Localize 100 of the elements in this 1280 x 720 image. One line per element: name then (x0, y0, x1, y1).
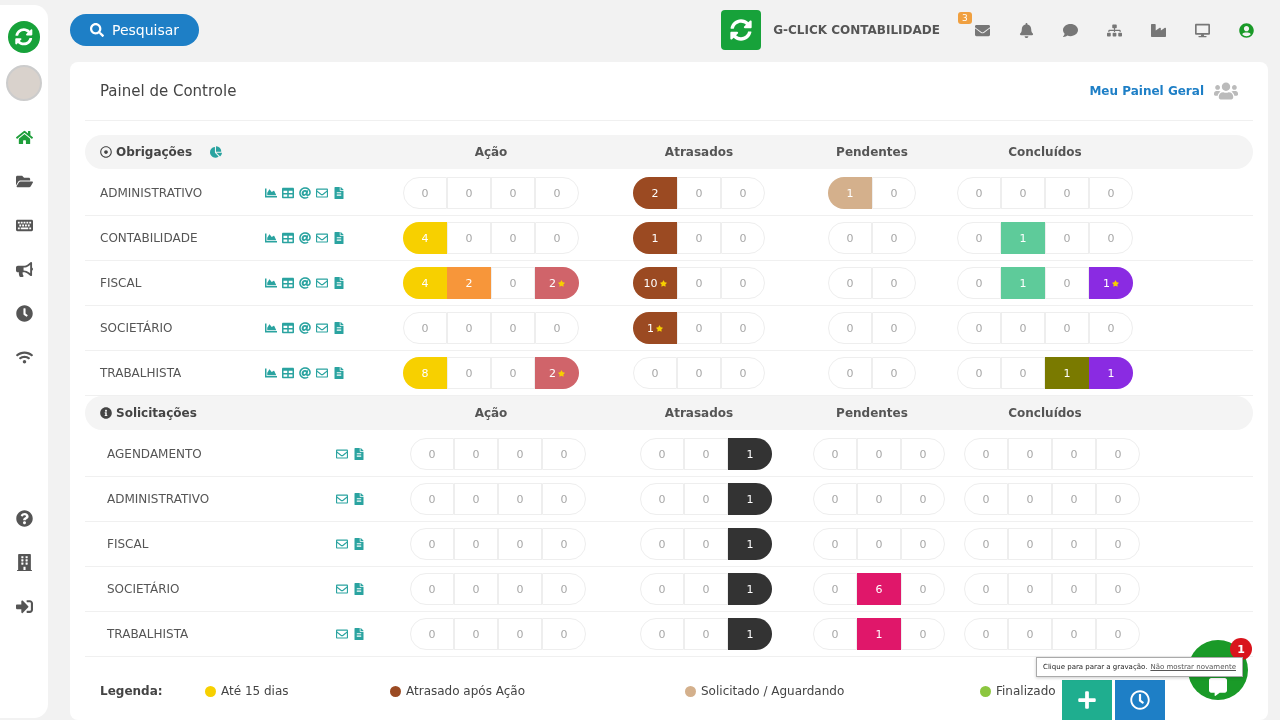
count-cell[interactable]: 1 (633, 312, 677, 344)
area-chart-icon[interactable] (265, 322, 277, 334)
count-cell[interactable]: 8 (403, 357, 447, 389)
count-cell[interactable]: 0 (813, 573, 857, 605)
count-cell[interactable]: 0 (498, 573, 542, 605)
count-cell[interactable]: 0 (454, 573, 498, 605)
count-cell[interactable]: 0 (1008, 438, 1052, 470)
count-cell[interactable]: 0 (813, 438, 857, 470)
count-cell[interactable]: 0 (677, 222, 721, 254)
count-cell[interactable]: 0 (403, 177, 447, 209)
count-cell[interactable]: 0 (964, 483, 1008, 515)
envelope-icon[interactable] (336, 583, 348, 595)
count-cell[interactable]: 0 (542, 528, 586, 560)
count-cell[interactable]: 1 (1089, 357, 1133, 389)
count-cell[interactable]: 0 (535, 222, 579, 254)
count-cell[interactable]: 0 (1045, 312, 1089, 344)
envelope-icon[interactable] (316, 187, 328, 199)
count-cell[interactable]: 10 (633, 267, 677, 299)
envelope-icon[interactable] (316, 322, 328, 334)
count-cell[interactable]: 0 (957, 357, 1001, 389)
count-cell[interactable]: 0 (454, 528, 498, 560)
count-cell[interactable]: 0 (498, 483, 542, 515)
document-icon[interactable] (353, 493, 365, 505)
count-cell[interactable]: 0 (454, 618, 498, 650)
count-cell[interactable]: 0 (1045, 177, 1089, 209)
count-cell[interactable]: 0 (957, 177, 1001, 209)
count-cell[interactable]: 0 (957, 267, 1001, 299)
document-icon[interactable] (353, 628, 365, 640)
count-cell[interactable]: 0 (1096, 618, 1140, 650)
count-cell[interactable]: 0 (1052, 528, 1096, 560)
count-cell[interactable]: 1 (728, 438, 772, 470)
count-cell[interactable]: 0 (721, 357, 765, 389)
count-cell[interactable]: 0 (498, 618, 542, 650)
count-cell[interactable]: 0 (640, 618, 684, 650)
count-cell[interactable]: 0 (491, 222, 535, 254)
count-cell[interactable]: 0 (1089, 177, 1133, 209)
count-cell[interactable]: 0 (498, 528, 542, 560)
count-cell[interactable]: 0 (677, 312, 721, 344)
count-cell[interactable]: 0 (640, 438, 684, 470)
count-cell[interactable]: 0 (1096, 573, 1140, 605)
envelope-icon[interactable] (316, 367, 328, 379)
count-cell[interactable]: 0 (1001, 312, 1045, 344)
table-icon[interactable] (282, 277, 294, 289)
count-cell[interactable]: 1 (1001, 222, 1045, 254)
count-cell[interactable]: 1 (828, 177, 872, 209)
area-chart-icon[interactable] (265, 277, 277, 289)
count-cell[interactable]: 0 (872, 312, 916, 344)
count-cell[interactable]: 0 (640, 528, 684, 560)
count-cell[interactable]: 0 (491, 177, 535, 209)
count-cell[interactable]: 0 (410, 528, 454, 560)
count-cell[interactable]: 0 (684, 438, 728, 470)
count-cell[interactable]: 1 (728, 483, 772, 515)
count-cell[interactable]: 1 (857, 618, 901, 650)
count-cell[interactable]: 0 (1096, 528, 1140, 560)
count-cell[interactable]: 0 (1089, 312, 1133, 344)
count-cell[interactable]: 0 (410, 438, 454, 470)
count-cell[interactable]: 0 (857, 528, 901, 560)
table-icon[interactable] (282, 232, 294, 244)
count-cell[interactable]: 0 (535, 312, 579, 344)
count-cell[interactable]: 0 (684, 483, 728, 515)
count-cell[interactable]: 6 (857, 573, 901, 605)
count-cell[interactable]: 0 (454, 483, 498, 515)
count-cell[interactable]: 0 (828, 312, 872, 344)
envelope-icon[interactable] (316, 232, 328, 244)
count-cell[interactable]: 0 (454, 438, 498, 470)
count-cell[interactable]: 0 (542, 618, 586, 650)
count-cell[interactable]: 0 (447, 312, 491, 344)
document-icon[interactable] (353, 583, 365, 595)
at-icon[interactable] (299, 322, 311, 334)
area-chart-icon[interactable] (265, 367, 277, 379)
count-cell[interactable]: 0 (684, 618, 728, 650)
count-cell[interactable]: 0 (1008, 618, 1052, 650)
count-cell[interactable]: 0 (901, 618, 945, 650)
count-cell[interactable]: 0 (964, 573, 1008, 605)
count-cell[interactable]: 0 (813, 483, 857, 515)
count-cell[interactable]: 0 (857, 438, 901, 470)
count-cell[interactable]: 0 (901, 483, 945, 515)
envelope-icon[interactable] (316, 277, 328, 289)
pie-chart-icon[interactable] (210, 146, 223, 158)
count-cell[interactable]: 0 (410, 483, 454, 515)
count-cell[interactable]: 0 (542, 438, 586, 470)
count-cell[interactable]: 0 (828, 357, 872, 389)
search-button[interactable]: Pesquisar (70, 14, 200, 46)
count-cell[interactable]: 0 (1008, 528, 1052, 560)
count-cell[interactable]: 0 (1052, 573, 1096, 605)
count-cell[interactable]: 0 (677, 357, 721, 389)
count-cell[interactable]: 0 (677, 267, 721, 299)
count-cell[interactable]: 0 (957, 222, 1001, 254)
count-cell[interactable]: 0 (721, 312, 765, 344)
count-cell[interactable]: 0 (828, 267, 872, 299)
count-cell[interactable]: 0 (901, 438, 945, 470)
count-cell[interactable]: 1 (728, 573, 772, 605)
count-cell[interactable]: 0 (813, 528, 857, 560)
count-cell[interactable]: 0 (491, 312, 535, 344)
count-cell[interactable]: 0 (857, 483, 901, 515)
area-chart-icon[interactable] (265, 232, 277, 244)
count-cell[interactable]: 0 (684, 573, 728, 605)
document-icon[interactable] (333, 187, 345, 199)
count-cell[interactable]: 0 (447, 177, 491, 209)
count-cell[interactable]: 0 (447, 222, 491, 254)
